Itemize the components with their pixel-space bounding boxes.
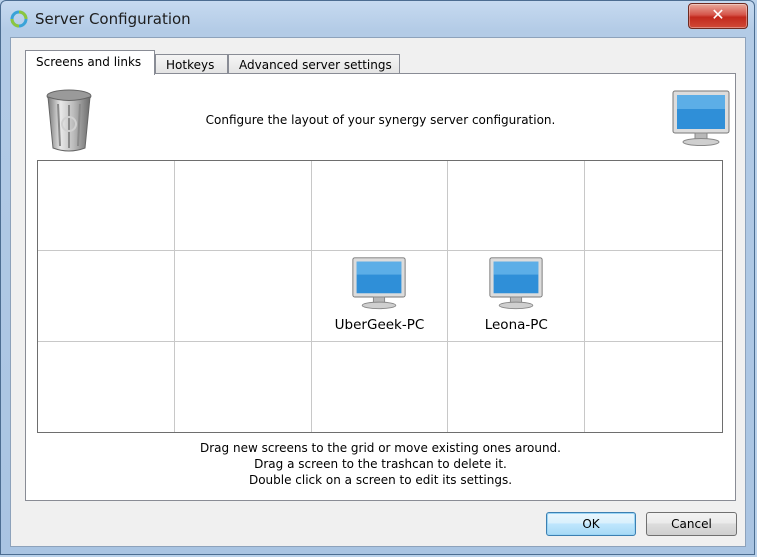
screen-item[interactable]: UberGeek-PC <box>312 255 448 333</box>
panel-heading: Configure the layout of your synergy ser… <box>205 113 556 127</box>
grid-cell[interactable]: UberGeek-PC <box>311 251 449 342</box>
monitor-icon <box>312 255 448 311</box>
ok-button[interactable]: OK <box>546 512 636 536</box>
screen-item[interactable]: Leona-PC <box>448 255 584 333</box>
title-bar[interactable]: Server Configuration ✕ <box>1 1 754 37</box>
grid-cell[interactable]: Leona-PC <box>448 251 586 342</box>
grid-cell[interactable] <box>448 341 586 432</box>
grid-cell[interactable] <box>585 251 722 342</box>
grid-cell[interactable] <box>174 251 312 342</box>
cancel-button[interactable]: Cancel <box>646 512 737 536</box>
new-screen-monitor-icon[interactable] <box>671 89 731 147</box>
grid-cell[interactable] <box>38 161 175 252</box>
grid-cell[interactable] <box>38 341 175 432</box>
close-icon: ✕ <box>711 5 725 24</box>
instruction-line: Double click on a screen to edit its set… <box>248 473 513 487</box>
screens-and-links-panel: Configure the layout of your synergy ser… <box>25 73 736 501</box>
synergy-app-icon <box>10 10 28 28</box>
grid-cell[interactable] <box>448 161 586 252</box>
grid-cell[interactable] <box>585 161 722 252</box>
grid-cell[interactable] <box>311 161 449 252</box>
close-button[interactable]: ✕ <box>688 3 748 29</box>
tab-advanced-server-settings[interactable]: Advanced server settings <box>228 54 400 74</box>
monitor-icon <box>448 255 584 311</box>
instruction-line: Drag a screen to the trashcan to delete … <box>254 457 507 471</box>
screen-name: UberGeek-PC <box>334 317 425 334</box>
grid-cell[interactable] <box>174 161 312 252</box>
window-title: Server Configuration <box>35 10 191 28</box>
instruction-line: Drag new screens to the grid or move exi… <box>200 441 561 455</box>
instructions-text: Drag new screens to the grid or move exi… <box>25 440 736 488</box>
screen-layout-grid[interactable]: UberGeek-PC Leona-PC <box>37 160 723 433</box>
grid-cell[interactable] <box>312 341 449 432</box>
grid-cell[interactable] <box>585 342 722 432</box>
dialog-client-area: Screens and links Hotkeys Advanced serve… <box>10 37 746 547</box>
server-configuration-window: Server Configuration ✕ Screens and links… <box>0 0 755 555</box>
screen-name: Leona-PC <box>484 317 548 334</box>
grid-cell[interactable] <box>38 251 175 342</box>
tab-screens-and-links[interactable]: Screens and links <box>25 50 155 75</box>
grid-cell[interactable] <box>175 341 312 432</box>
tab-hotkeys[interactable]: Hotkeys <box>155 54 228 74</box>
